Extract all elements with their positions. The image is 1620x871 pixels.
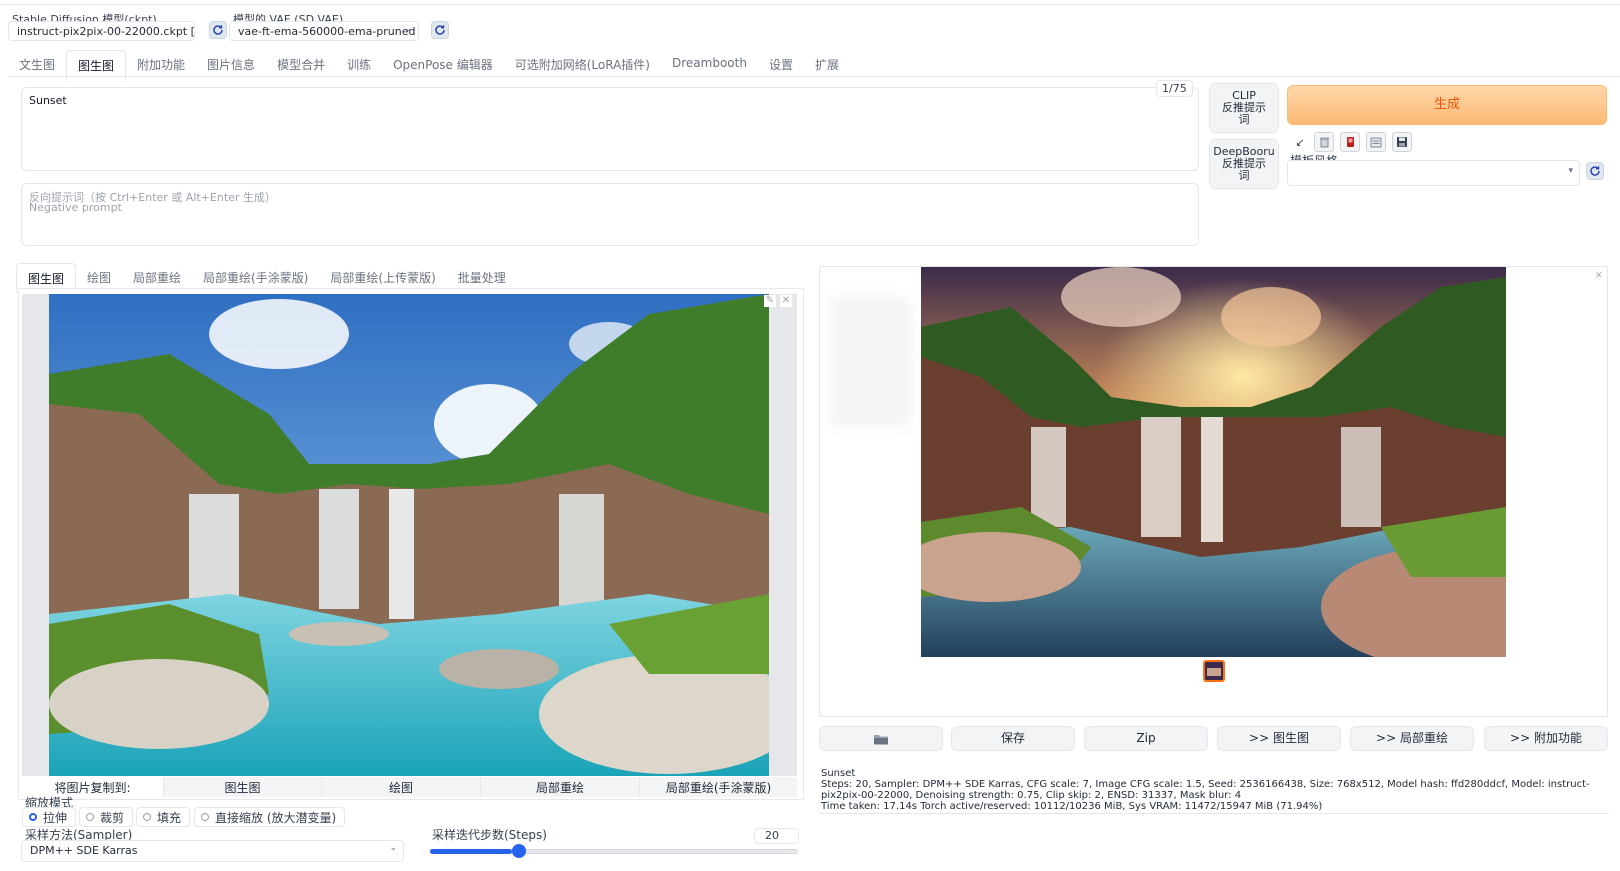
- token-counter: 1/75: [1156, 80, 1193, 97]
- vae-select[interactable]: vae-ft-ema-560000-ema-pruned ⌄: [229, 21, 419, 41]
- vae-refresh-icon[interactable]: [431, 21, 449, 39]
- output-image[interactable]: [921, 267, 1506, 657]
- resize-option-stretch[interactable]: 拉伸: [22, 807, 77, 827]
- vae-value: vae-ft-ema-560000-ema-pruned: [238, 25, 416, 38]
- gallery-thumbnail[interactable]: [1203, 660, 1225, 682]
- trash-icon[interactable]: [1314, 132, 1334, 152]
- resize-option-label: 填充: [157, 810, 182, 825]
- gallery-blur-thumb: [830, 297, 910, 427]
- copy-to-inpaint-sketch-button[interactable]: 局部重绘(手涂蒙版): [639, 777, 797, 797]
- style-refresh-icon[interactable]: [1586, 162, 1604, 180]
- folder-icon: [874, 734, 888, 744]
- close-icon[interactable]: ✕: [780, 295, 792, 307]
- resize-option-latent[interactable]: 直接缩放 (放大潜变量): [194, 807, 346, 827]
- chevron-down-icon: ⌄: [180, 24, 188, 34]
- deepbooru-interrogate-button[interactable]: DeepBooru 反推提示 词: [1209, 139, 1279, 189]
- send-to-extras-button[interactable]: >> 附加功能: [1484, 726, 1608, 751]
- extra-networks-icon[interactable]: [1340, 132, 1360, 152]
- prompt-input[interactable]: Sunset: [21, 87, 1199, 171]
- style-select[interactable]: ▾: [1287, 160, 1580, 186]
- generation-info: Sunset Steps: 20, Sampler: DPM++ SDE Kar…: [821, 768, 1606, 812]
- resize-option-label: 拉伸: [43, 810, 68, 825]
- chevron-down-icon: ▾: [1568, 166, 1573, 176]
- slider-thumb[interactable]: [511, 844, 526, 858]
- top-border: [0, 4, 1620, 5]
- steps-number-input[interactable]: 20: [754, 828, 799, 844]
- info-divider: [819, 813, 1609, 814]
- copy-to-sketch-button[interactable]: 绘图: [321, 777, 480, 797]
- info-time: Time taken: 17.14s Torch active/reserved…: [821, 801, 1323, 812]
- copy-to-row: 将图片复制到: 图生图 绘图 局部重绘 局部重绘(手涂蒙版): [22, 777, 797, 797]
- sampler-value: DPM++ SDE Karras: [30, 844, 138, 857]
- resize-option-crop[interactable]: 裁剪: [79, 807, 134, 827]
- radio-icon: [201, 813, 209, 821]
- open-folder-button[interactable]: [819, 726, 943, 751]
- radio-icon: [86, 813, 94, 821]
- save-button[interactable]: 保存: [951, 726, 1075, 751]
- resize-option-label: 直接缩放 (放大潜变量): [215, 810, 337, 825]
- tabs-underline: [8, 76, 1620, 77]
- sampler-select[interactable]: DPM++ SDE Karras ⌄: [21, 840, 404, 862]
- negative-prompt-placeholder-en: Negative prompt: [29, 201, 122, 214]
- slider-fill: [430, 849, 512, 854]
- output-gallery: ✕: [819, 266, 1608, 717]
- info-prompt: Sunset: [821, 768, 856, 779]
- info-params: Steps: 20, Sampler: DPM++ SDE Karras, CF…: [821, 779, 1590, 801]
- radio-selected-icon: [29, 813, 37, 821]
- chevron-down-icon: ⌄: [404, 24, 412, 34]
- input-image: [49, 294, 769, 776]
- resize-option-label: 裁剪: [100, 810, 125, 825]
- chevron-down-icon: ⌄: [389, 843, 397, 853]
- ckpt-value: instruct-pix2pix-00-22000.ckpt [: [17, 25, 195, 38]
- save-style-icon[interactable]: [1392, 132, 1412, 152]
- gallery-close-icon[interactable]: ✕: [1595, 271, 1603, 281]
- input-image-panel[interactable]: ✎ ✕ 将图片复制到: 图生图 绘图 局部重绘 局部重绘(手涂蒙版): [18, 288, 804, 800]
- steps-label: 采样迭代步数(Steps): [432, 828, 547, 842]
- generate-button[interactable]: 生成: [1287, 85, 1607, 125]
- clipboard-icon[interactable]: [1366, 132, 1386, 152]
- negative-prompt-input[interactable]: 反向提示词（按 Ctrl+Enter 或 Alt+Enter 生成） Negat…: [21, 183, 1199, 246]
- resize-option-fill[interactable]: 填充: [136, 807, 191, 827]
- prompt-text: Sunset: [29, 94, 67, 107]
- arrow-icon[interactable]: ↙: [1290, 132, 1310, 152]
- copy-to-img2img-button[interactable]: 图生图: [163, 777, 321, 797]
- radio-icon: [143, 813, 151, 821]
- clip-interrogate-button[interactable]: CLIP 反推提示 词: [1209, 83, 1279, 133]
- edit-icon[interactable]: ✎: [764, 295, 776, 307]
- send-to-img2img-button[interactable]: >> 图生图: [1217, 726, 1341, 751]
- send-to-inpaint-button[interactable]: >> 局部重绘: [1350, 726, 1474, 751]
- ckpt-select[interactable]: instruct-pix2pix-00-22000.ckpt [ ⌄: [8, 21, 195, 41]
- zip-button[interactable]: Zip: [1084, 726, 1208, 751]
- ckpt-refresh-icon[interactable]: [209, 21, 227, 39]
- steps-value: 20: [765, 829, 779, 842]
- copy-to-inpaint-button[interactable]: 局部重绘: [480, 777, 639, 797]
- steps-slider[interactable]: [430, 844, 798, 858]
